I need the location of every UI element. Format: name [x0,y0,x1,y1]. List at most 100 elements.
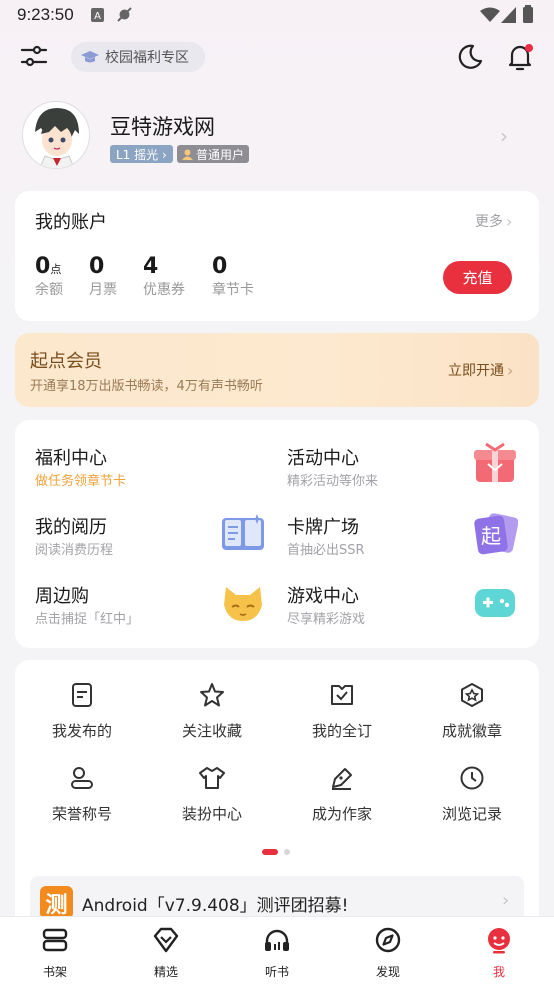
page-indicator [284,849,290,855]
feature-title: 周边购 [35,586,89,607]
checked-box-icon [331,685,353,705]
stat-monthly-ticket[interactable]: 0 月票 [89,254,117,299]
feature-title: 游戏中心 [287,586,359,607]
grid-browsing-history[interactable]: 浏览记录 [407,765,537,824]
night-mode-icon[interactable] [456,43,484,71]
nav-label: 精选 [153,965,178,979]
feature-merch-shop[interactable]: 周边购 点击捕捉「红中」 [35,582,139,627]
svg-text:A: A [94,11,101,22]
profile-chevron-right-icon[interactable]: › [500,124,508,148]
clock-icon [460,766,484,790]
card-icon: 起 [474,513,518,555]
member-open-label: 立即开通 [448,363,504,379]
feature-welfare-center[interactable]: 福利中心 做任务领章节卡 [35,444,126,489]
stat-value: 4 [143,254,159,279]
stat-label: 优惠券 [143,282,185,298]
level-badge[interactable]: L1 摇光 › [110,145,173,163]
grid-achievement-badges[interactable]: 成就徽章 [407,682,537,741]
stat-balance[interactable]: 0点 余额 [35,254,63,299]
bookshelf-icon [42,928,68,952]
notification-dot [525,44,533,52]
grid-my-published[interactable]: 我发布的 [17,682,147,741]
feature-subtitle: 做任务领章节卡 [35,474,127,489]
grid-become-writer[interactable]: 成为作家 [277,765,407,824]
feature-subtitle: 首抽必出SSR [287,543,365,558]
grid-label: 成就徽章 [441,722,502,740]
grid-label: 我的全订 [311,722,372,740]
pen-icon [332,768,352,790]
gamepad-icon [475,589,515,617]
nav-me[interactable]: 我 [464,926,534,980]
user-type-label: 普通用户 [196,147,245,162]
banner-text: Android「v7.9.408」测评团招募! [82,896,349,916]
card-badge-char: 起 [481,524,501,548]
badge-icon [461,683,483,707]
gift-box-icon [474,442,516,482]
grid-dress-up-center[interactable]: 装扮中心 [147,765,277,824]
campus-welfare-chip[interactable]: 校园福利专区 [71,42,205,72]
nav-discover[interactable]: 发现 [353,926,423,980]
grid-honor-titles[interactable]: 荣誉称号 [17,765,147,824]
user-title-icon [71,767,93,789]
wifi-icon [480,7,500,22]
stat-label: 月票 [89,282,117,298]
signal-icon [501,7,516,23]
grid-follow-favorites[interactable]: 关注收藏 [147,682,277,741]
grid-label: 关注收藏 [181,722,242,740]
nav-featured[interactable]: 精选 [131,926,201,980]
grid-label: 成为作家 [311,805,372,823]
grid-label: 我发布的 [51,722,112,740]
more-chevron-icon: › [506,211,513,231]
grid-label: 浏览记录 [441,805,502,823]
compass-icon [375,927,401,953]
stat-coupon[interactable]: 4 优惠券 [143,254,185,299]
star-icon [200,683,224,707]
grid-label: 装扮中心 [181,805,242,823]
stat-label: 章节卡 [212,282,254,298]
feature-my-reading[interactable]: 我的阅历 阅读消费历程 [35,513,113,558]
stat-label: 余额 [35,282,63,298]
me-icon [488,928,510,954]
avatar-illustration [23,102,89,168]
stat-value: 0 [89,254,105,279]
account-more-link[interactable]: 更多 › [475,211,512,231]
grid-label: 荣誉称号 [51,805,112,823]
feature-subtitle: 尽享精彩游戏 [287,612,366,627]
status-bar: 9:23:50 A [0,0,554,32]
avatar[interactable] [22,101,90,169]
no-disturb-icon [117,7,132,22]
nav-label: 发现 [375,965,400,979]
feature-subtitle: 点击捕捉「红中」 [35,612,140,627]
nav-audiobooks[interactable]: 听书 [242,926,312,980]
nav-label: 我 [492,965,505,979]
page-indicator-active [262,849,278,855]
username[interactable]: 豆特游戏网 [110,111,215,141]
stat-value: 0 [35,254,51,279]
feature-card-plaza[interactable]: 卡牌广场 首抽必出SSR [287,513,365,558]
member-title: 起点会员 [30,351,102,372]
recharge-button[interactable]: 充值 [443,261,512,294]
user-type-badge[interactable]: 普通用户 [177,145,250,163]
nav-label: 听书 [264,965,289,979]
nav-bookshelf[interactable]: 书架 [20,926,90,980]
diamond-icon [153,927,179,953]
banner-chevron-icon: › [502,890,510,911]
feature-title: 我的阅历 [35,517,107,538]
stat-chapter-card[interactable]: 0 章节卡 [212,254,254,299]
campus-chip-label: 校园福利专区 [105,50,189,66]
feature-subtitle: 精彩活动等你来 [287,474,379,489]
test-icon: 测 [40,886,73,919]
feature-game-center[interactable]: 游戏中心 尽享精彩游戏 [287,582,365,627]
account-title: 我的账户 [35,212,107,233]
graduation-cap-icon [81,51,99,63]
user-icon [182,149,193,160]
feature-activity-center[interactable]: 活动中心 精彩活动等你来 [287,444,378,489]
grid-full-subscription[interactable]: 我的全订 [277,682,407,741]
feature-title: 福利中心 [35,448,107,469]
settings-sliders-icon[interactable] [20,44,48,68]
battery-icon [523,5,533,23]
member-chevron-icon: › [507,360,514,380]
feature-subtitle: 阅读消费历程 [35,543,114,558]
member-subtitle: 开通享18万出版书畅读，4万有声书畅听 [30,379,263,394]
member-open-button[interactable]: 立即开通 › [448,360,513,380]
